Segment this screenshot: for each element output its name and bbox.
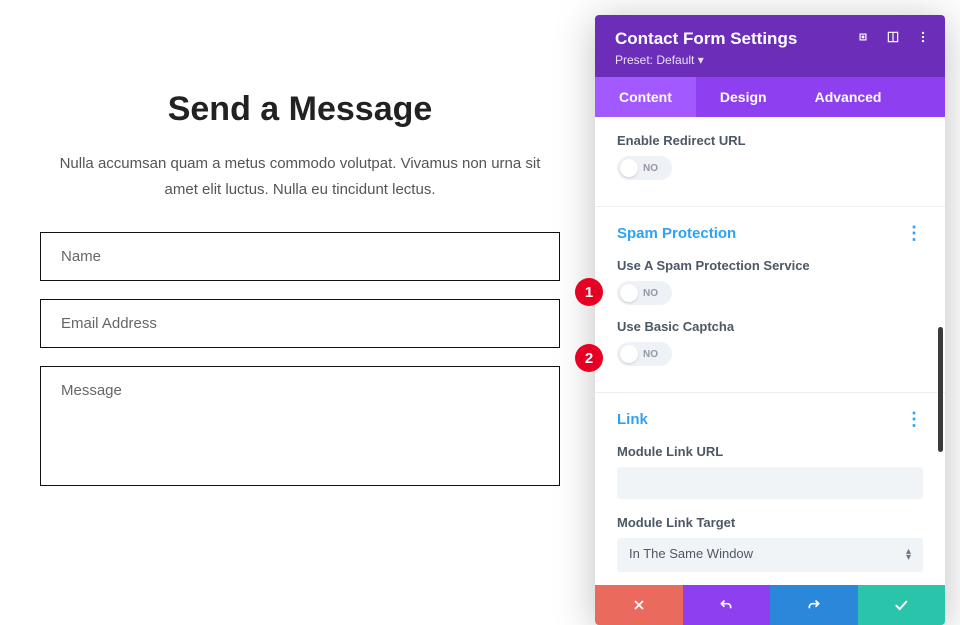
tab-advanced[interactable]: Advanced xyxy=(791,77,906,117)
save-button[interactable] xyxy=(858,585,946,625)
name-input[interactable]: Name xyxy=(40,232,560,281)
link-section-menu-icon[interactable]: ⋮ xyxy=(905,409,923,430)
settings-panel: Contact Form Settings Preset: Default ▾ … xyxy=(595,15,945,625)
tab-design[interactable]: Design xyxy=(696,77,791,117)
panel-footer xyxy=(595,585,945,625)
redo-button[interactable] xyxy=(770,585,858,625)
scrollbar-thumb[interactable] xyxy=(938,327,943,452)
settings-tabs: Content Design Advanced xyxy=(595,77,945,117)
use-captcha-toggle[interactable]: NO xyxy=(617,342,672,366)
module-link-url-label: Module Link URL xyxy=(617,444,923,459)
undo-button[interactable] xyxy=(683,585,771,625)
message-textarea[interactable]: Message xyxy=(40,366,560,486)
undo-icon xyxy=(718,597,734,613)
expand-icon[interactable] xyxy=(855,29,871,45)
redo-icon xyxy=(806,597,822,613)
select-arrows-icon: ▴▾ xyxy=(906,549,911,561)
enable-redirect-label: Enable Redirect URL xyxy=(617,133,923,148)
spam-protection-heading[interactable]: Spam Protection xyxy=(617,225,736,242)
tab-content[interactable]: Content xyxy=(595,77,696,117)
cancel-button[interactable] xyxy=(595,585,683,625)
module-link-target-select[interactable]: In The Same Window ▴▾ xyxy=(617,538,923,572)
columns-icon[interactable] xyxy=(885,29,901,45)
enable-redirect-toggle[interactable]: NO xyxy=(617,156,672,180)
check-icon xyxy=(893,597,909,613)
use-spam-service-label: Use A Spam Protection Service xyxy=(617,258,923,273)
module-link-target-value: In The Same Window xyxy=(629,546,753,561)
link-heading[interactable]: Link xyxy=(617,411,648,428)
use-captcha-label: Use Basic Captcha xyxy=(617,319,923,334)
contact-form-preview: Send a Message Nulla accumsan quam a met… xyxy=(0,0,600,544)
form-description: Nulla accumsan quam a metus commodo volu… xyxy=(40,151,560,202)
email-input[interactable]: Email Address xyxy=(40,299,560,348)
form-heading: Send a Message xyxy=(40,90,560,129)
close-icon xyxy=(632,598,646,612)
more-icon[interactable] xyxy=(915,29,931,45)
callout-2: 2 xyxy=(575,344,603,372)
module-link-url-input[interactable] xyxy=(617,467,923,499)
panel-preset[interactable]: Preset: Default ▾ xyxy=(615,53,925,67)
panel-body[interactable]: Enable Redirect URL NO Spam Protection ⋮… xyxy=(595,117,945,585)
module-link-target-label: Module Link Target xyxy=(617,515,923,530)
spam-section-menu-icon[interactable]: ⋮ xyxy=(905,223,923,244)
callout-1: 1 xyxy=(575,278,603,306)
panel-header: Contact Form Settings Preset: Default ▾ xyxy=(595,15,945,77)
use-spam-service-toggle[interactable]: NO xyxy=(617,281,672,305)
